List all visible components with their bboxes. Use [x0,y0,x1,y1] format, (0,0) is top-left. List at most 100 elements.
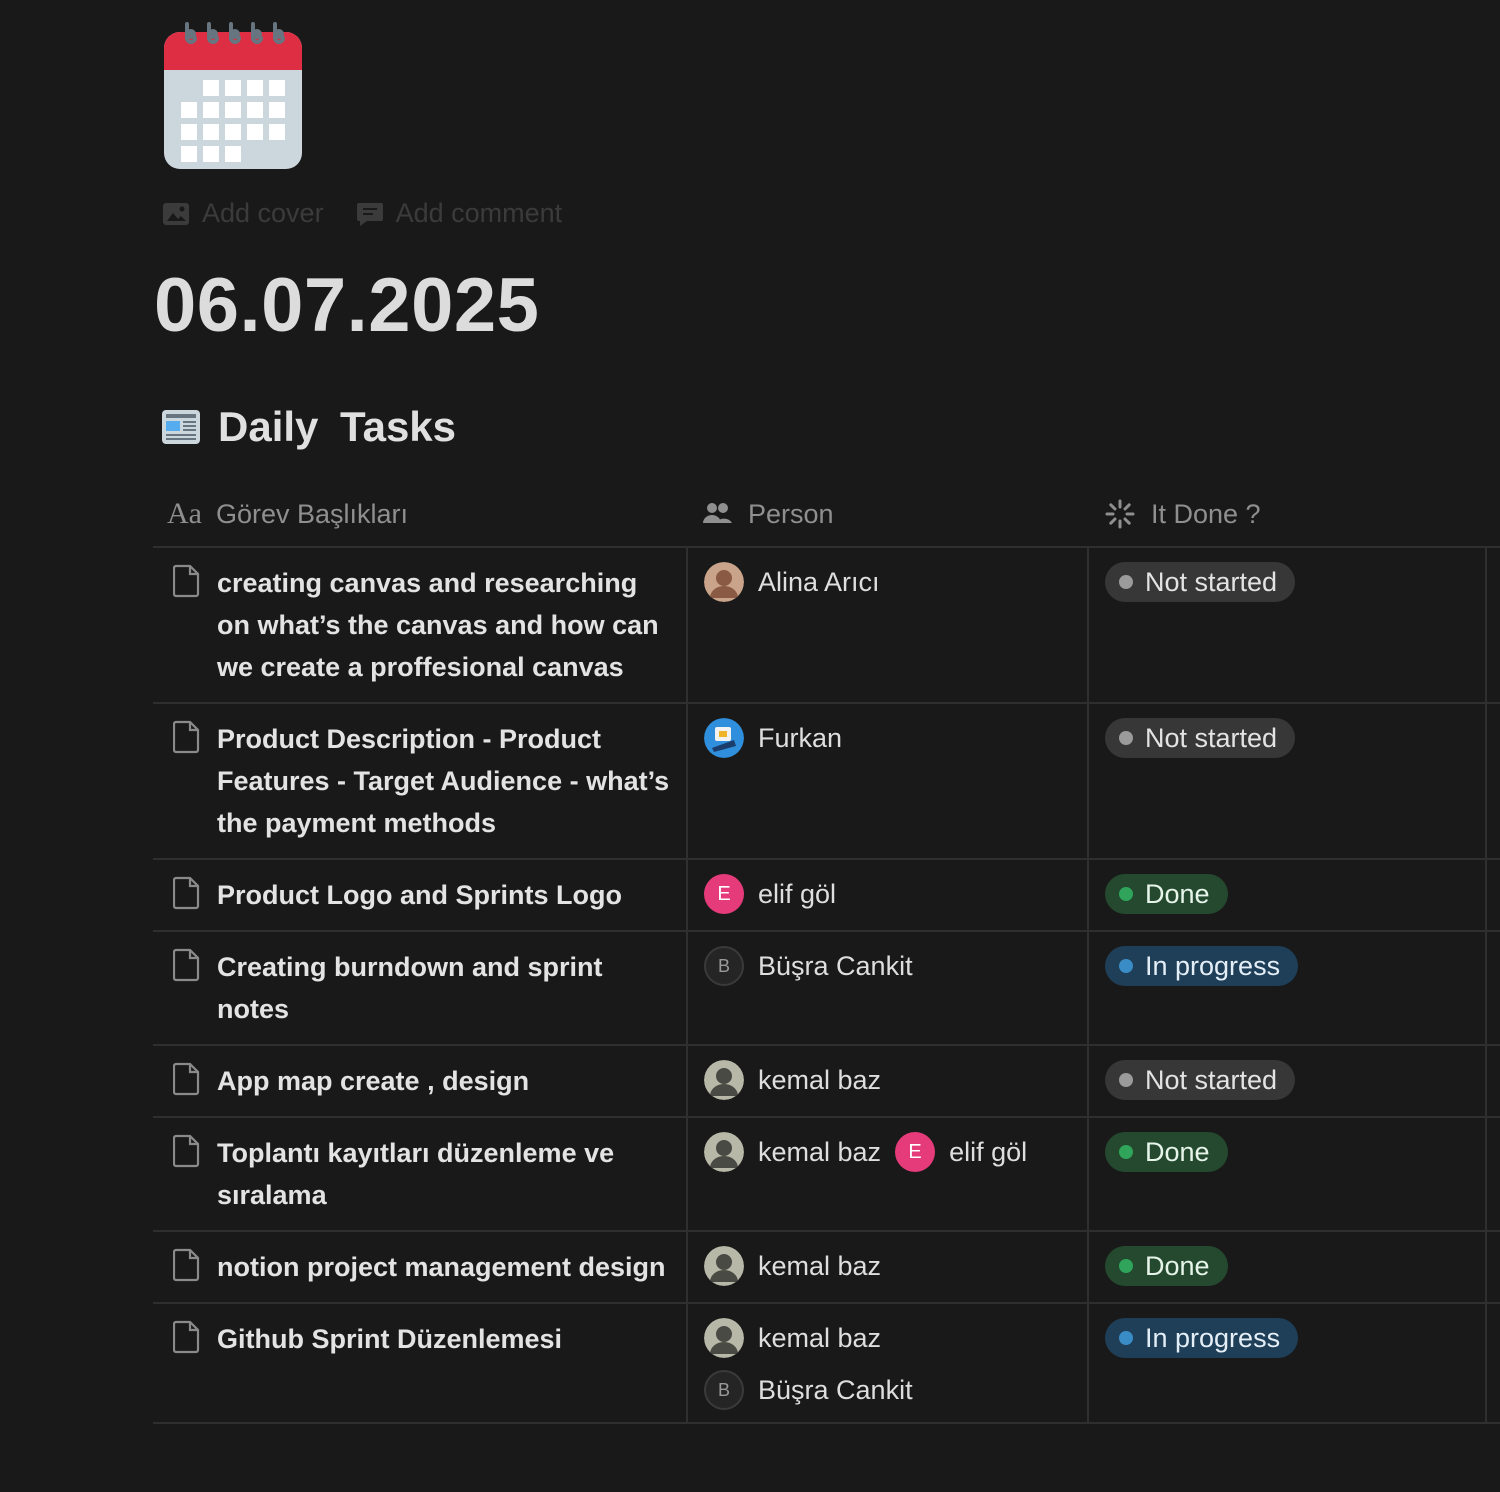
person-chip[interactable]: kemal baz [704,1318,881,1358]
status-label: In progress [1145,950,1281,981]
person-chip[interactable]: B Büşra Cankit [704,946,913,986]
table-row[interactable]: Product Logo and Sprints Logo Eelif göl Do… [153,860,1500,932]
person-name: kemal baz [758,1322,882,1353]
table-row[interactable]: creating canvas and researching on what’… [153,548,1500,704]
person-name: elif göl [758,878,837,909]
task-title-cell[interactable]: Creating burndown and sprint notes [153,932,686,1044]
status-dot [1119,575,1133,589]
avatar: E [895,1132,936,1172]
calendar-icon[interactable] [163,22,303,170]
person-chip[interactable]: kemal baz [704,1132,881,1172]
task-title[interactable]: Product Description - Product Features -… [217,718,674,844]
status-cell[interactable]: Done [1087,1232,1487,1302]
status-dot [1119,731,1133,745]
column-header-title[interactable]: Aa Görev Başlıkları [153,482,686,546]
status-dot [1119,959,1133,973]
person-chip[interactable]: Eelif göl [704,874,836,914]
person-cell[interactable]: B Büşra Cankit [686,932,1087,1044]
task-title[interactable]: App map create , design [217,1060,529,1102]
status-badge[interactable]: In progress [1105,946,1299,986]
task-title-cell[interactable]: creating canvas and researching on what’… [153,548,686,702]
person-cell[interactable]: Furkan [686,704,1087,858]
table-row[interactable]: Product Description - Product Features -… [153,704,1500,860]
text-property-icon: Aa [167,497,202,530]
person-chip[interactable]: B Büşra Cankit [704,1370,913,1410]
person-cell[interactable]: kemal baz Eelif göl [686,1118,1087,1230]
status-cell[interactable]: Not started [1087,548,1487,702]
person-name: kemal baz [758,1250,882,1281]
status-badge[interactable]: Not started [1105,562,1296,602]
status-dot [1119,1073,1133,1087]
page-actions: Add cover Add comment [162,198,562,229]
database-title[interactable]: Daily Tasks [160,403,456,451]
status-badge[interactable]: Not started [1105,718,1296,758]
status-cell[interactable]: Done [1087,1118,1487,1230]
task-title[interactable]: notion project management design [217,1246,666,1288]
task-title[interactable]: creating canvas and researching on what’… [217,562,674,688]
column-label: Görev Başlıkları [215,498,409,529]
table-row[interactable]: App map create , design kemal baz Not star… [153,1046,1500,1118]
status-dot [1119,1259,1133,1273]
add-comment-label: Add comment [395,198,563,228]
avatar: B [704,1370,744,1410]
avatar [704,1318,744,1358]
person-chip[interactable]: kemal baz [704,1246,881,1286]
task-title[interactable]: Product Logo and Sprints Logo [217,874,622,916]
task-title-cell[interactable]: Toplantı kayıtları düzenleme ve sıralama [153,1118,686,1230]
task-title-cell[interactable]: Product Description - Product Features -… [153,704,686,858]
status-badge[interactable]: Done [1105,874,1228,914]
page-icon [173,1320,200,1354]
person-cell[interactable]: Eelif göl [686,860,1087,930]
status-cell[interactable]: In progress [1087,1304,1487,1422]
task-title-cell[interactable]: Product Logo and Sprints Logo [153,860,686,930]
person-cell[interactable]: Alina Arıcı [686,548,1087,702]
add-cover-button[interactable]: Add cover [162,198,324,229]
column-header-person[interactable]: Person [686,482,1087,546]
table-header: Aa Görev Başlıkları Person It Done ? [153,482,1500,548]
status-label: Not started [1145,722,1278,753]
table-row[interactable]: Toplantı kayıtları düzenleme ve sıralama… [153,1118,1500,1232]
person-cell[interactable]: kemal baz [686,1232,1087,1302]
page-icon [173,1062,200,1096]
person-name: Furkan [758,722,843,753]
task-title[interactable]: Github Sprint Düzenlemesi [217,1318,562,1408]
task-title-cell[interactable]: App map create , design [153,1046,686,1116]
task-title[interactable]: Toplantı kayıtları düzenleme ve sıralama [217,1132,674,1216]
status-badge[interactable]: Done [1105,1132,1228,1172]
task-title[interactable]: Creating burndown and sprint notes [217,946,674,1030]
newspaper-icon [162,410,200,444]
task-title-cell[interactable]: Github Sprint Düzenlemesi [153,1304,686,1422]
status-label: Not started [1145,1064,1278,1095]
person-chip[interactable]: Eelif göl [895,1132,1027,1172]
add-cover-label: Add cover [202,198,324,228]
status-spinner-icon [1105,499,1135,529]
person-chip[interactable]: kemal baz [704,1060,881,1100]
status-cell[interactable]: In progress [1087,932,1487,1044]
avatar [704,1246,744,1286]
status-cell[interactable]: Not started [1087,704,1487,858]
image-icon [163,202,189,225]
person-cell[interactable]: kemal baz [686,1046,1087,1116]
person-name: Büşra Cankit [758,1374,913,1405]
person-name: kemal baz [758,1064,882,1095]
person-chip[interactable]: Alina Arıcı [704,562,880,602]
table-row[interactable]: Github Sprint Düzenlemesi kemal baz B Büşra… [153,1304,1500,1424]
page-icon [173,564,200,598]
add-comment-button[interactable]: Add comment [356,198,563,229]
page-title[interactable]: 06.07.2025 [154,262,539,349]
task-title-cell[interactable]: notion project management design [153,1232,686,1302]
status-label: Done [1145,1136,1210,1167]
avatar [704,718,744,758]
table-row[interactable]: notion project management design kemal ba… [153,1232,1500,1304]
person-cell[interactable]: kemal baz B Büşra Cankit [686,1304,1087,1422]
avatar [704,562,744,602]
column-header-status[interactable]: It Done ? [1087,482,1487,546]
status-badge[interactable]: Not started [1105,1060,1296,1100]
person-chip[interactable]: Furkan [704,718,842,758]
status-badge[interactable]: In progress [1105,1318,1299,1358]
status-badge[interactable]: Done [1105,1246,1228,1286]
status-cell[interactable]: Not started [1087,1046,1487,1116]
person-name: Alina Arıcı [758,566,880,597]
table-row[interactable]: Creating burndown and sprint notes B Büşra… [153,932,1500,1046]
status-cell[interactable]: Done [1087,860,1487,930]
